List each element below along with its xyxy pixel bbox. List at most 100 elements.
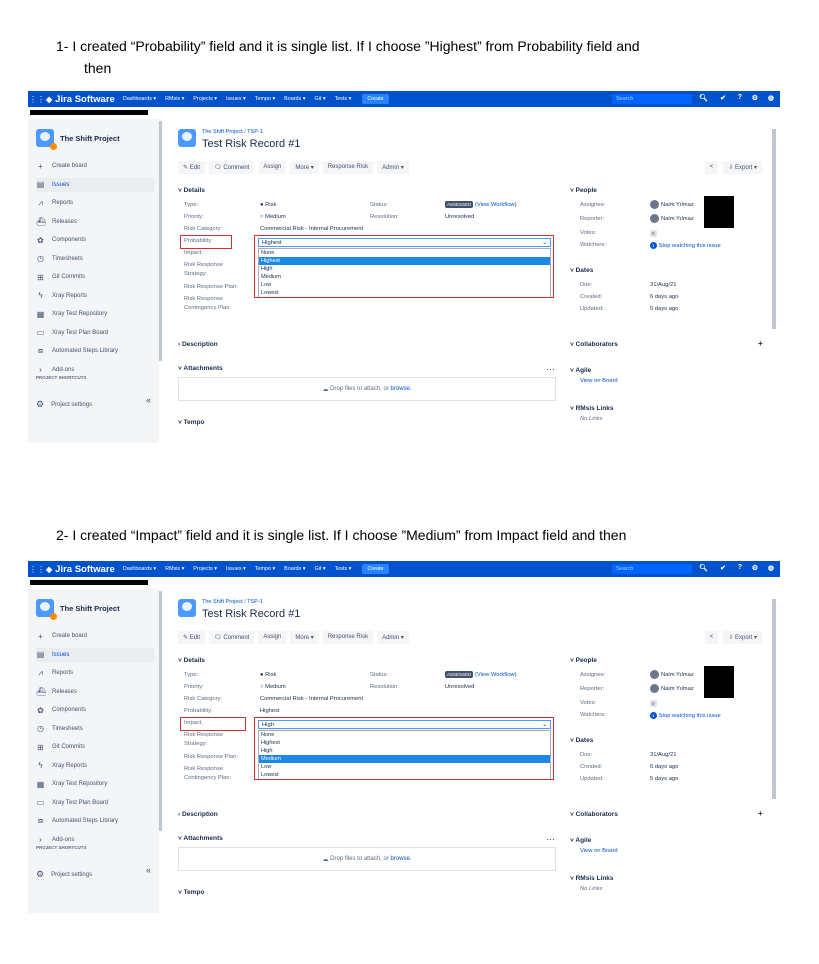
nav-projects[interactable]: Projects ▾: [193, 96, 217, 102]
nav-dashboards[interactable]: Dashboards ▾: [123, 96, 156, 102]
sidebar-item-components[interactable]: ✿ Components: [36, 233, 154, 247]
details-header[interactable]: ˅ Details: [178, 657, 205, 664]
settings-icon[interactable]: ⚙: [752, 94, 758, 102]
nav-dashboards[interactable]: Dashboards ▾: [123, 566, 156, 572]
breadcrumb-issue-key[interactable]: TSP-1: [247, 599, 263, 605]
agile-header[interactable]: ˅ Agile: [570, 837, 591, 844]
attachments-more-icon[interactable]: …: [546, 832, 555, 842]
profile-avatar[interactable]: ◍: [768, 94, 774, 102]
nav-boards[interactable]: Boards ▾: [284, 566, 305, 572]
add-collaborator-icon[interactable]: +: [758, 809, 763, 818]
attachments-header[interactable]: ˅ Attachments: [178, 365, 223, 372]
agile-header[interactable]: ˅ Agile: [570, 367, 591, 374]
nav-tempo[interactable]: Tempo ▾: [255, 96, 275, 102]
attachments-more-icon[interactable]: …: [546, 362, 555, 372]
admin-button[interactable]: Admin ▾: [377, 161, 409, 174]
sidebar-item-releases[interactable]: ⛴ Releases: [36, 685, 154, 699]
page-scrollbar[interactable]: [772, 599, 776, 799]
nav-boards[interactable]: Boards ▾: [284, 96, 305, 102]
create-button[interactable]: Create: [362, 94, 389, 104]
search-icon[interactable]: 🔍︎: [699, 564, 708, 572]
sidebar-item-git-commits[interactable]: ⊞ Git Commits: [36, 270, 154, 284]
sidebar-item-xray-test-plan-board[interactable]: ▭ Xray Test Plan Board: [36, 326, 154, 340]
assign-button[interactable]: Assign: [258, 161, 287, 174]
add-collaborator-icon[interactable]: +: [758, 339, 763, 348]
view-workflow-link[interactable]: (View Workflow): [475, 672, 517, 678]
sidebar-item-issues[interactable]: ▤ Issues: [36, 647, 154, 662]
sidebar-item-timesheets[interactable]: ◷ Timesheets: [36, 722, 154, 736]
dates-header[interactable]: ˅ Dates: [570, 267, 593, 274]
sidebar-item-releases[interactable]: ⛴ Releases: [36, 215, 154, 229]
sidebar-item-xray-reports[interactable]: ϟ Xray Reports: [36, 759, 154, 773]
sidebar-item-automated-steps-library[interactable]: ⧈ Automated Steps Library: [36, 814, 154, 828]
collaborators-header[interactable]: ˅ Collaborators: [570, 341, 618, 348]
response-risk-button[interactable]: Response Risk: [322, 161, 374, 174]
sidebar-item-create-board[interactable]: + Create board: [36, 159, 154, 173]
sidebar-scrollbar[interactable]: [159, 591, 162, 831]
watchers-count[interactable]: 1: [650, 242, 657, 249]
breadcrumb-project[interactable]: The Shift Project: [202, 129, 243, 135]
tempo-header[interactable]: ˅ Tempo: [178, 419, 204, 426]
attachments-header[interactable]: ˅ Attachments: [178, 835, 223, 842]
more-button[interactable]: More ▾: [290, 161, 319, 174]
attachment-dropzone[interactable]: ☁ Drop files to attach, or browse.: [178, 847, 556, 871]
rmsis-header[interactable]: ˅ RMsis Links: [570, 875, 614, 882]
nav-git[interactable]: Git ▾: [314, 96, 325, 102]
sidebar-item-components[interactable]: ✿ Components: [36, 703, 154, 717]
export-button[interactable]: ⇩ Export ▾: [723, 161, 762, 174]
sidebar-item-xray-test-repository[interactable]: ▦ Xray Test Repository: [36, 307, 154, 321]
collapse-sidebar-icon[interactable]: «: [146, 865, 151, 875]
project-header[interactable]: The Shift Project: [36, 599, 120, 620]
nav-issues[interactable]: Issues ▾: [226, 96, 246, 102]
app-switcher-icon[interactable]: ⋮⋮: [28, 565, 46, 574]
profile-avatar[interactable]: ◍: [768, 564, 774, 572]
sidebar-item-xray-reports[interactable]: ϟ Xray Reports: [36, 289, 154, 303]
rmsis-header[interactable]: ˅ RMsis Links: [570, 405, 614, 412]
sidebar-item-create-board[interactable]: + Create board: [36, 629, 154, 643]
edit-button[interactable]: ✎ Edit: [178, 161, 206, 174]
collapse-sidebar-icon[interactable]: «: [146, 395, 151, 405]
nav-tests[interactable]: Tests ▾: [335, 96, 352, 102]
edit-button[interactable]: ✎ Edit: [178, 631, 206, 644]
comment-button[interactable]: 🗨 Comment: [209, 161, 255, 174]
assignee-value[interactable]: Naim Yılmaz: [650, 200, 694, 209]
search-input[interactable]: Search: [612, 94, 692, 104]
jira-logo[interactable]: ◆ Jira Software: [46, 94, 115, 105]
votes-count[interactable]: 0: [650, 700, 657, 707]
create-button[interactable]: Create: [362, 564, 389, 574]
view-on-board-link[interactable]: View on Board: [580, 848, 618, 854]
app-switcher-icon[interactable]: ⋮⋮: [28, 95, 46, 104]
nav-rmsis[interactable]: RMsis ▾: [165, 96, 184, 102]
admin-button[interactable]: Admin ▾: [377, 631, 409, 644]
reporter-value[interactable]: Naim Yılmaz: [650, 214, 694, 223]
help-icon[interactable]: ?: [738, 94, 742, 101]
nav-tests[interactable]: Tests ▾: [335, 566, 352, 572]
settings-icon[interactable]: ⚙: [752, 564, 758, 572]
reporter-value[interactable]: Naim Yılmaz: [650, 684, 694, 693]
people-header[interactable]: ˅ People: [570, 657, 597, 664]
sidebar-item-reports[interactable]: ⩘ Reports: [36, 196, 154, 210]
dates-header[interactable]: ˅ Dates: [570, 737, 593, 744]
sidebar-item-issues[interactable]: ▤ Issues: [36, 177, 154, 192]
tempo-header[interactable]: ˅ Tempo: [178, 889, 204, 896]
view-on-board-link[interactable]: View on Board: [580, 378, 618, 384]
sidebar-item-reports[interactable]: ⩘ Reports: [36, 666, 154, 680]
share-button[interactable]: <: [704, 631, 719, 644]
people-header[interactable]: ˅ People: [570, 187, 597, 194]
browse-link[interactable]: browse.: [391, 386, 412, 392]
nav-issues[interactable]: Issues ▾: [226, 566, 246, 572]
browse-link[interactable]: browse.: [391, 856, 412, 862]
sidebar-item-xray-test-plan-board[interactable]: ▭ Xray Test Plan Board: [36, 796, 154, 810]
assign-button[interactable]: Assign: [258, 631, 287, 644]
nav-rmsis[interactable]: RMsis ▾: [165, 566, 184, 572]
search-icon[interactable]: 🔍︎: [699, 94, 708, 102]
sidebar-item-automated-steps-library[interactable]: ⧈ Automated Steps Library: [36, 344, 154, 358]
nav-projects[interactable]: Projects ▾: [193, 566, 217, 572]
search-input[interactable]: Search: [612, 564, 692, 574]
jira-logo[interactable]: ◆ Jira Software: [46, 564, 115, 575]
breadcrumb-project[interactable]: The Shift Project: [202, 599, 243, 605]
attachment-dropzone[interactable]: ☁ Drop files to attach, or browse.: [178, 377, 556, 401]
sidebar-scrollbar[interactable]: [159, 121, 162, 361]
collaborators-header[interactable]: ˅ Collaborators: [570, 811, 618, 818]
description-header[interactable]: › Description: [178, 341, 218, 348]
